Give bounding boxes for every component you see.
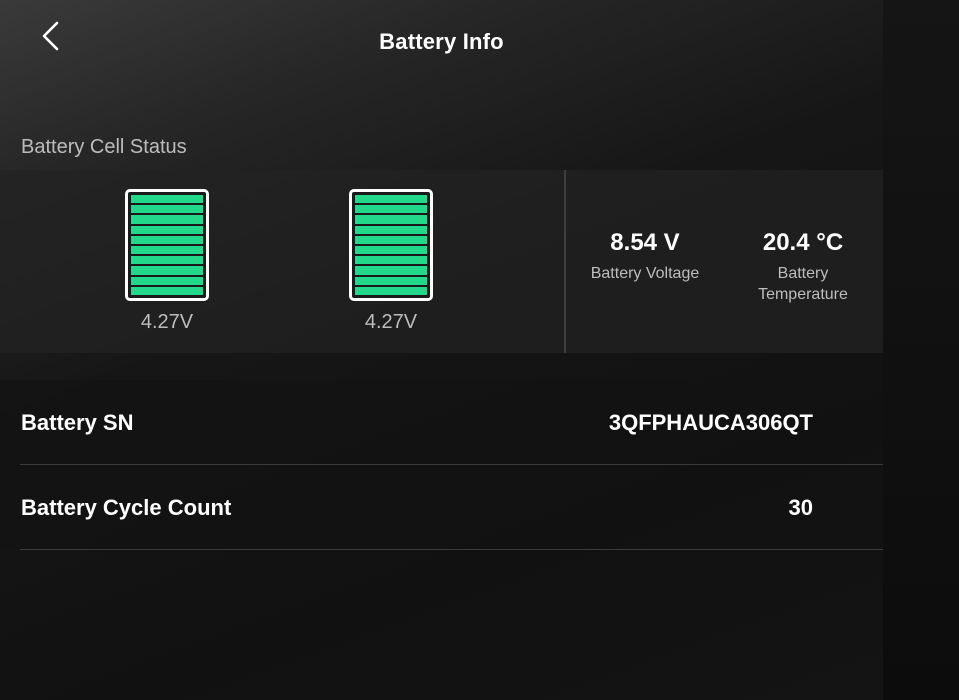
battery-voltage-stat: 8.54 V Battery Voltage [575,229,715,284]
battery-sn-row: Battery SN 3QFPHAUCA306QT [20,380,883,465]
battery-voltage-value: 8.54 V [610,229,680,256]
battery-temperature-stat: 20.4 °C Battery Temperature [733,229,873,305]
battery-cell-icon [349,189,433,301]
battery-temperature-label: Battery Temperature [758,265,848,303]
battery-cycle-count-value: 30 [788,495,813,520]
battery-sn-value: 3QFPHAUCA306QT [608,410,813,435]
right-edge-strip [883,0,959,700]
battery-cycle-count-row: Battery Cycle Count 30 [20,465,883,550]
battery-sn-label: Battery SN [21,410,134,435]
battery-cycle-count-label: Battery Cycle Count [21,495,232,520]
cell-voltage: 4.27V [364,311,418,333]
battery-cell-icon [125,189,209,301]
cell-status-panel: 4.27V 4.27V 8.54 V Battery Voltage 20.4 … [0,170,883,353]
battery-temperature-value: 20.4 °C [762,229,844,256]
battery-details-list: Battery SN 3QFPHAUCA306QT Battery Cycle … [0,380,883,550]
battery-voltage-label: Battery Voltage [590,265,700,282]
page-title: Battery Info [379,29,504,54]
panel-divider [564,170,566,353]
battery-cell-1: 4.27V [107,189,227,334]
battery-cell-2: 4.27V [331,189,451,334]
cell-status-heading: Battery Cell Status [21,136,187,158]
cell-voltage: 4.27V [140,311,194,333]
